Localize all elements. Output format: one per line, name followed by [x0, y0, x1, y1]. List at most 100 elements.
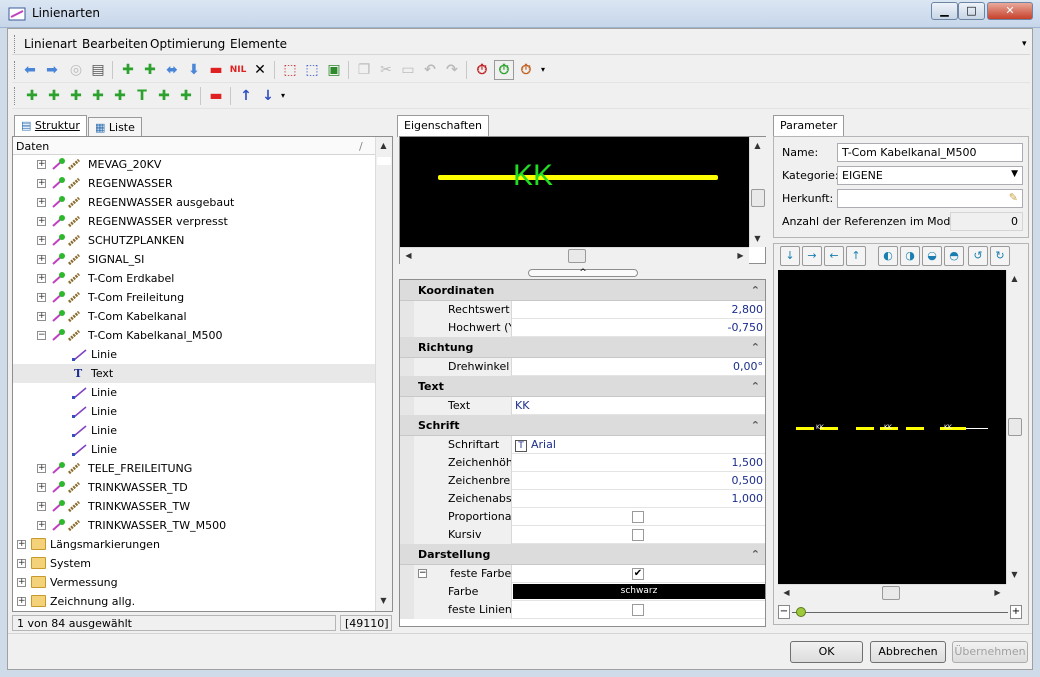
move-down-icon[interactable]: ⬇ — [184, 60, 204, 80]
tree-element[interactable]: T Text — [13, 364, 375, 383]
expand-toggle-icon[interactable]: + — [37, 274, 46, 283]
property-value[interactable]: -0,750 — [512, 319, 765, 337]
timer-check-icon[interactable]: ⏱ — [494, 60, 514, 80]
tab-parameter[interactable]: Parameter — [773, 115, 845, 137]
dropdown-arrow-icon[interactable]: ▾ — [538, 60, 548, 80]
tree-linetype[interactable]: + REGENWASSER ausgebaut — [13, 193, 375, 212]
timer-icon[interactable]: ⏱ — [472, 60, 492, 80]
move-element-down-icon[interactable]: ↓ — [258, 86, 278, 106]
expand-toggle-icon[interactable]: + — [37, 179, 46, 188]
view-left-icon[interactable]: → — [802, 246, 822, 266]
tree-linetype[interactable]: + REGENWASSER verpresst — [13, 212, 375, 231]
category-schrift[interactable]: Schrift ⌃ — [400, 415, 765, 436]
zoom-in-icon[interactable]: + — [1010, 605, 1022, 619]
grip-handle[interactable] — [14, 87, 17, 105]
tree-linetype[interactable]: + TRINKWASSER_TW — [13, 497, 375, 516]
dropdown-arrow-icon[interactable]: ▾ — [278, 86, 288, 106]
collapse-chevron-icon[interactable]: ⌃ — [751, 337, 760, 358]
tree-linetype[interactable]: + MEVAG_20KV — [13, 155, 375, 174]
add-copy-icon[interactable]: ✚ — [140, 60, 160, 80]
property-row[interactable]: Zeichenabstand1,000 — [400, 490, 765, 508]
maximize-button[interactable]: □ — [958, 2, 985, 20]
add-line-icon[interactable]: ✚ — [22, 86, 42, 106]
property-value[interactable]: 1,500 — [512, 454, 765, 472]
name-field[interactable]: T-Com Kabelkanal_M500 — [837, 143, 1023, 162]
title-bar[interactable]: Linienarten ▁ □ ✕ — [0, 0, 1040, 28]
tree-linetype[interactable]: − T-Com Kabelkanal_M500 — [13, 326, 375, 345]
property-row[interactable]: Kursiv — [400, 526, 765, 544]
text-preview-canvas[interactable]: KK — [400, 137, 749, 247]
collapse-chevron-icon[interactable]: ⌃ — [751, 280, 760, 301]
tab-struktur[interactable]: ▤ Struktur — [14, 115, 87, 137]
add-polyline-icon[interactable]: ✚ — [44, 86, 64, 106]
tree-linetype[interactable]: + T-Com Freileitung — [13, 288, 375, 307]
orbit-right-icon[interactable]: ↻ — [990, 246, 1010, 266]
tilt-down-icon[interactable]: ◓ — [944, 246, 964, 266]
tree-linetype[interactable]: + TRINKWASSER_TW_M500 — [13, 516, 375, 535]
preview-vscroll[interactable]: ▲ ▼ — [749, 137, 766, 247]
tree-linetype[interactable]: + T-Com Kabelkanal — [13, 307, 375, 326]
property-row[interactable]: Farbe schwarz — [400, 583, 765, 601]
property-checkbox[interactable] — [632, 604, 644, 616]
expand-toggle-icon[interactable]: + — [37, 236, 46, 245]
paste-icon[interactable]: ▭ — [398, 60, 418, 80]
expand-toggle-icon[interactable]: + — [17, 578, 26, 587]
property-row[interactable]: Zeichenhöhe1,500 — [400, 454, 765, 472]
view-bottom-icon[interactable]: ↑ — [846, 246, 866, 266]
add-symbol-icon[interactable]: ✚ — [110, 86, 130, 106]
color-swatch[interactable]: schwarz — [513, 584, 765, 599]
herkunft-field[interactable]: ✎ — [837, 189, 1023, 208]
property-checkbox[interactable] — [632, 511, 644, 523]
select-all-icon[interactable]: ⬚ — [302, 60, 322, 80]
expand-toggle-icon[interactable]: + — [17, 597, 26, 606]
scroll-down-icon[interactable]: ▼ — [376, 593, 391, 608]
property-value[interactable]: KK — [512, 397, 765, 415]
tree-element[interactable]: Linie — [13, 402, 375, 421]
tree-linetype[interactable]: + SCHUTZPLANKEN — [13, 231, 375, 250]
category-text[interactable]: Text ⌃ — [400, 376, 765, 397]
tilt-up-icon[interactable]: ◒ — [922, 246, 942, 266]
grip-handle[interactable] — [14, 35, 17, 53]
tree-element[interactable]: Linie — [13, 345, 375, 364]
view-right-icon[interactable]: ← — [824, 246, 844, 266]
tab-eigenschaften[interactable]: Eigenschaften — [397, 115, 489, 137]
tree-element[interactable]: Linie — [13, 383, 375, 402]
close-button[interactable]: ✕ — [987, 2, 1033, 20]
property-value[interactable]: 0,00° — [512, 358, 765, 376]
minimize-button[interactable]: ▁ — [931, 2, 958, 20]
apply-button[interactable]: Übernehmen — [952, 641, 1028, 663]
select-icon[interactable]: ⬚ — [280, 60, 300, 80]
expand-toggle-icon[interactable]: + — [37, 312, 46, 321]
tree-linetype[interactable]: + TELE_FREILEITUNG — [13, 459, 375, 478]
undo-icon[interactable]: ↶ — [420, 60, 440, 80]
property-value[interactable]: 2,800 — [512, 301, 765, 319]
property-value[interactable]: 1,000 — [512, 490, 765, 508]
tree-folder[interactable]: + Längsmarkierungen — [13, 535, 375, 554]
remove-icon[interactable]: ▬ — [206, 60, 226, 80]
chevron-down-icon[interactable]: ▼ — [1011, 169, 1018, 179]
menu-elemente[interactable]: Elemente — [230, 37, 287, 51]
category-koordinaten[interactable]: Koordinaten ⌃ — [400, 280, 765, 301]
menu-bearbeiten[interactable]: Bearbeiten — [82, 37, 148, 51]
linetype-preview-canvas[interactable]: KK KK KK — [778, 270, 1006, 584]
add-area-icon[interactable]: ✚ — [176, 86, 196, 106]
orbit-left-icon[interactable]: ↺ — [968, 246, 988, 266]
tree-folder[interactable]: + Vermessung — [13, 573, 375, 592]
canvas-hscroll[interactable]: ◀ ▶ — [778, 584, 1006, 601]
category-darstellung[interactable]: Darstellung ⌃ — [400, 544, 765, 565]
redo-icon[interactable]: ↷ — [442, 60, 462, 80]
tree-element[interactable]: Linie — [13, 421, 375, 440]
timer-settings-icon[interactable]: ⏱ — [516, 60, 536, 80]
collapse-chevron-icon[interactable]: ⌃ — [751, 415, 760, 436]
expand-toggle-icon[interactable]: + — [37, 198, 46, 207]
property-value[interactable]: 0,500 — [512, 472, 765, 490]
property-row[interactable]: Hochwert (Y)-0,750 — [400, 319, 765, 337]
expand-toggle-icon[interactable]: + — [17, 540, 26, 549]
grip-handle[interactable] — [14, 61, 17, 79]
collapse-chevron-icon[interactable]: ⌃ — [751, 544, 760, 565]
move-element-up-icon[interactable]: ↑ — [236, 86, 256, 106]
refresh-icon[interactable]: ◎ — [66, 60, 86, 80]
back-arrow-icon[interactable]: ⬅ — [20, 60, 40, 80]
rotate-left-icon[interactable]: ◐ — [878, 246, 898, 266]
edit-pen-icon[interactable]: ✎ — [1009, 191, 1018, 204]
